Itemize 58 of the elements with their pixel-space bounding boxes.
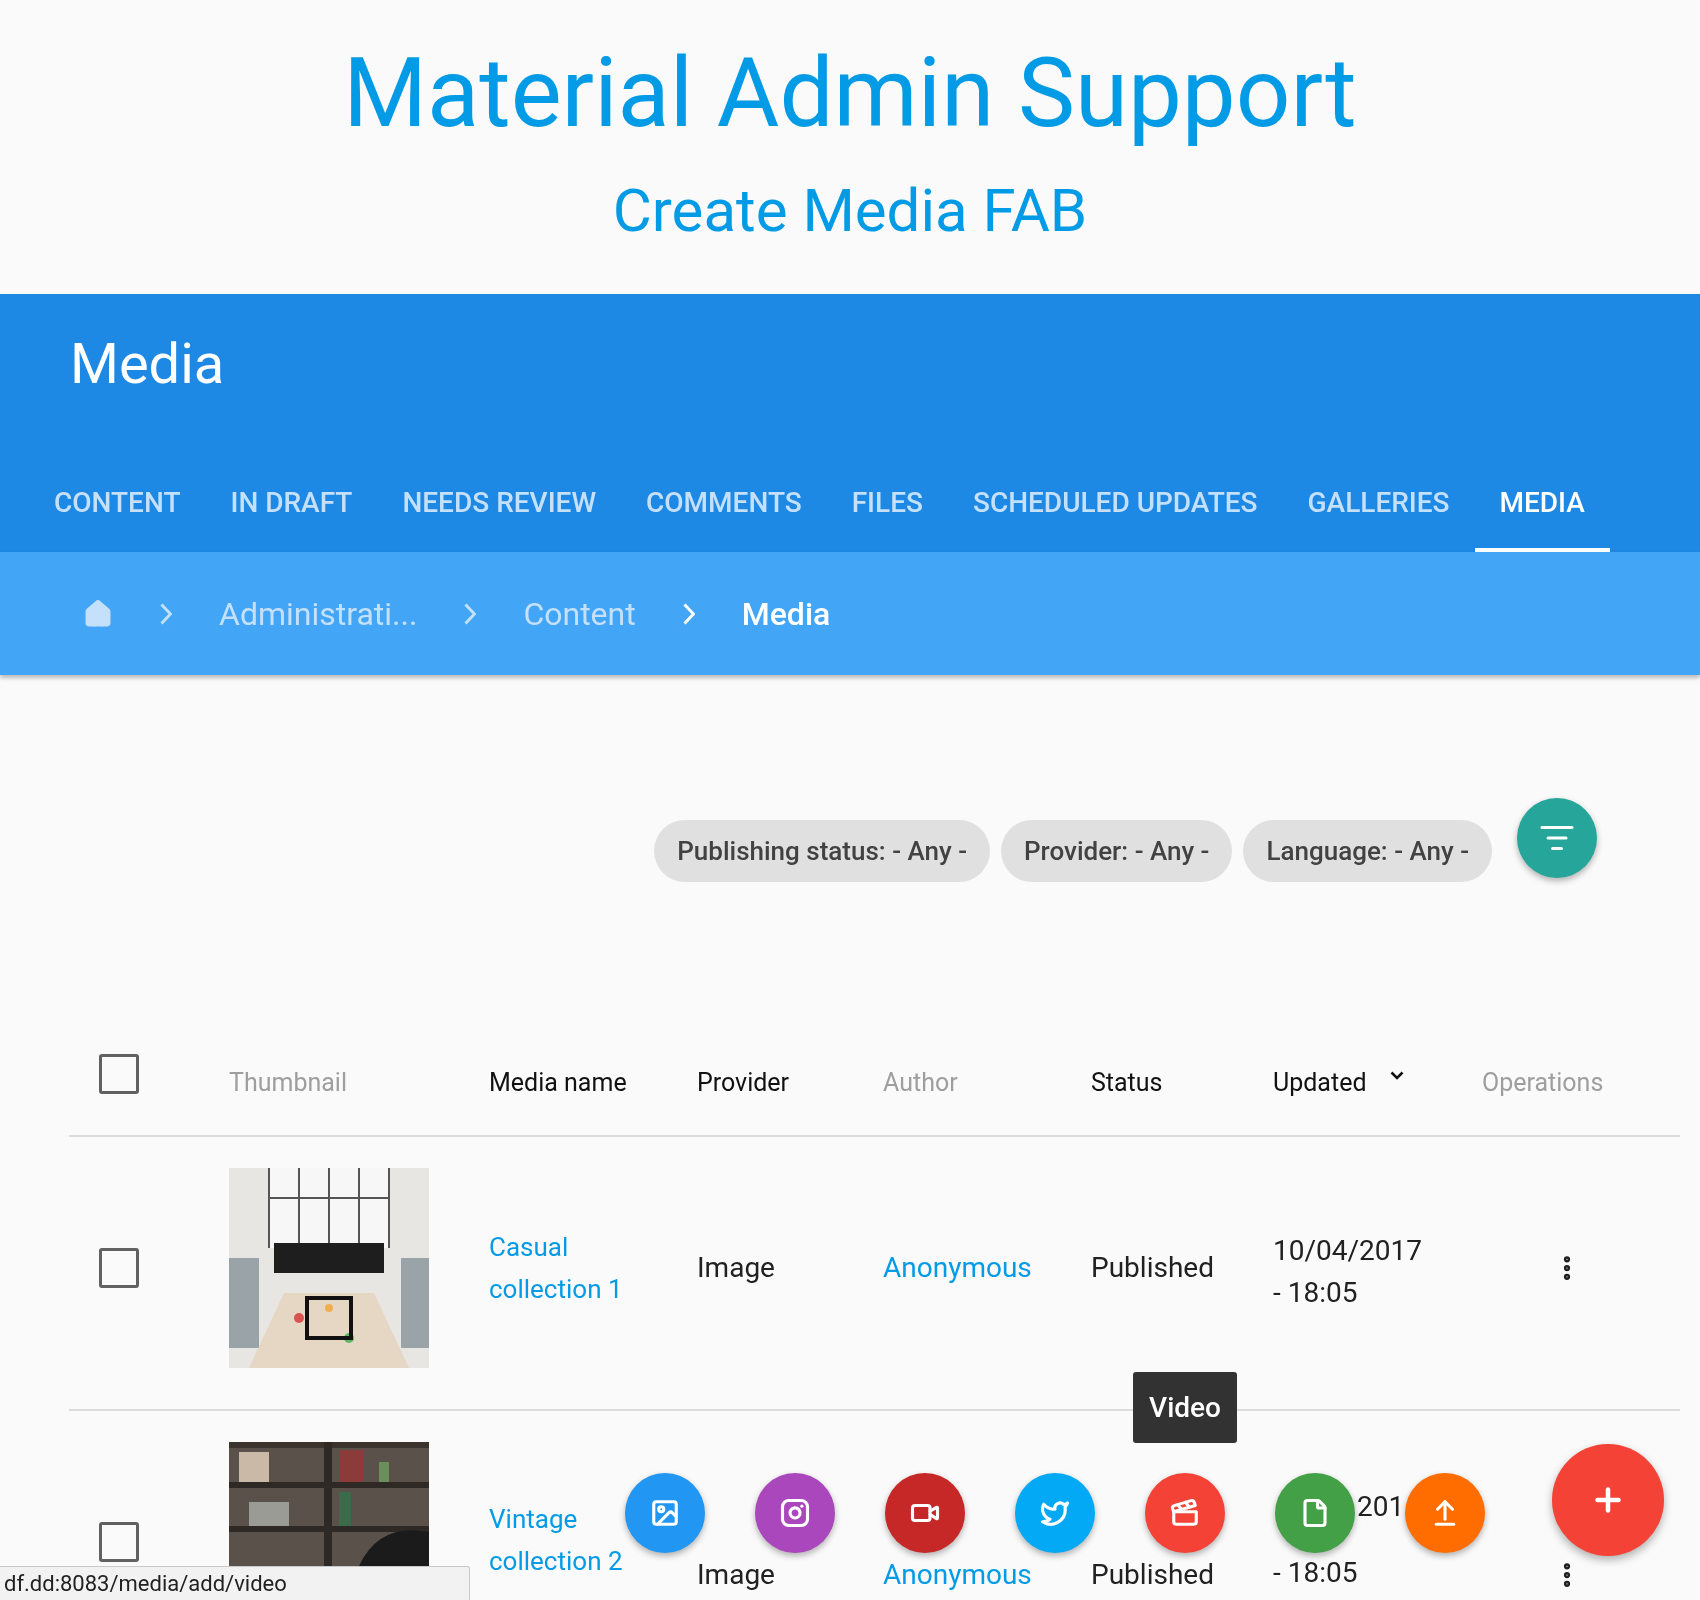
tab[interactable]: FILES	[826, 458, 948, 552]
sort-down-icon[interactable]	[1390, 1071, 1405, 1080]
column-header[interactable]: Updated	[1273, 1063, 1367, 1102]
filter-button[interactable]	[1517, 798, 1597, 878]
table-cell: Image	[697, 1251, 775, 1285]
tab[interactable]: COMMENTS	[621, 458, 827, 552]
column-header[interactable]: Status	[1091, 1063, 1163, 1102]
author-link[interactable]: Anonymous	[883, 1558, 1032, 1592]
chevron-right-icon	[682, 602, 695, 625]
column-header: Author	[883, 1066, 958, 1099]
status-bar: df.dd:8083/media/add/video	[0, 1566, 470, 1600]
fab-action-button[interactable]	[885, 1473, 965, 1553]
tab[interactable]: NEEDS REVIEW	[377, 458, 622, 552]
filter-chip[interactable]: Publishing status: - Any -	[654, 820, 990, 882]
tooltip: Video	[1133, 1372, 1237, 1443]
fab-action-button[interactable]	[625, 1473, 705, 1553]
twitter-icon	[1040, 1498, 1070, 1528]
image-icon	[650, 1498, 680, 1528]
tab[interactable]: CONTENT	[29, 458, 206, 552]
checkbox[interactable]	[99, 1522, 139, 1562]
checkbox[interactable]	[99, 1248, 139, 1288]
fab-action-button[interactable]	[1015, 1473, 1095, 1553]
column-header: Thumbnail	[229, 1066, 347, 1099]
table-cell: 201	[1357, 1490, 1405, 1524]
tab[interactable]: SCHEDULED UPDATES	[947, 458, 1283, 552]
app-bar-title: Media	[70, 331, 225, 397]
fab-action-button[interactable]	[1405, 1473, 1485, 1553]
media-name-link[interactable]: Casual collection 1	[489, 1226, 623, 1310]
column-header: Operations	[1482, 1066, 1604, 1099]
clapperboard-icon	[1170, 1498, 1200, 1528]
filter-chip[interactable]: Language: - Any -	[1243, 820, 1492, 882]
chevron-right-icon	[464, 602, 477, 625]
media-name-link[interactable]: Vintage collection 2	[489, 1498, 623, 1582]
tab[interactable]: IN DRAFT	[205, 458, 378, 552]
chevron-right-icon	[160, 602, 172, 625]
table-cell: Published	[1091, 1558, 1214, 1592]
page-subtitle: Create Media FAB	[612, 176, 1088, 246]
breadcrumb-current: Media	[741, 593, 831, 635]
fab-action-button[interactable]	[1275, 1473, 1355, 1553]
table-cell: - 18:05	[1273, 1276, 1358, 1310]
breadcrumb-link[interactable]: Content	[523, 589, 636, 638]
table-cell: Image	[697, 1558, 775, 1592]
table-cell: 10/04/2017	[1273, 1234, 1422, 1268]
table-cell: - 18:05	[1273, 1556, 1358, 1590]
fab-action-button[interactable]	[1145, 1473, 1225, 1553]
filter-chip[interactable]: Provider: - Any -	[1001, 820, 1233, 882]
page-title: Material Admin Support	[343, 38, 1357, 148]
column-header[interactable]: Media name	[489, 1063, 627, 1102]
column-header[interactable]: Provider	[697, 1063, 790, 1102]
fab-action-button[interactable]	[755, 1473, 835, 1553]
table-cell: Published	[1091, 1251, 1214, 1285]
checkbox[interactable]	[99, 1053, 139, 1094]
add-fab-button[interactable]	[1552, 1444, 1664, 1556]
tab[interactable]: GALLERIES	[1282, 458, 1475, 552]
author-link[interactable]: Anonymous	[883, 1251, 1032, 1285]
breadcrumb-link[interactable]: Administrati...	[219, 589, 418, 638]
instagram-icon	[780, 1498, 810, 1528]
file-icon	[1300, 1498, 1330, 1528]
